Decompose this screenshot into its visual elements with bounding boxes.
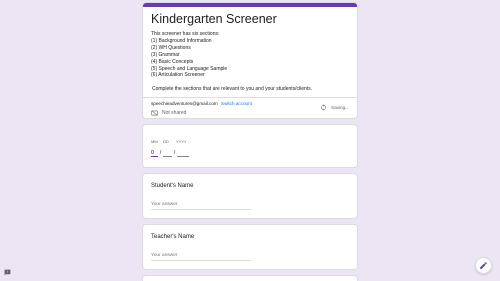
account-row: speechieadventures@gmail.com Switch acco… xyxy=(151,101,252,106)
sync-icon xyxy=(321,104,326,111)
header-accent-bar xyxy=(143,3,357,7)
description-line: (6) Articulation Screener xyxy=(151,72,205,79)
form-header-card: Kindergarten Screener This screener has … xyxy=(142,2,358,119)
switch-account-link[interactable]: Switch account xyxy=(221,101,252,106)
description-line: (2) WH Questions xyxy=(151,44,191,51)
account-email: speechieadventures@gmail.com xyxy=(151,101,218,106)
description-line: (3) Grammar xyxy=(151,51,180,58)
saving-status: Saving... xyxy=(331,105,349,110)
form-instruction: Complete the sections that are relevant … xyxy=(152,86,313,92)
month-label: MM xyxy=(151,139,158,144)
description-line: (4) Basic Concepts xyxy=(151,58,194,65)
description-line: (5) Speech and Language Sample xyxy=(151,65,228,72)
shared-status: Not shared xyxy=(162,110,187,116)
teacher-name-input[interactable]: Your answer xyxy=(151,253,251,261)
edit-button[interactable] xyxy=(475,257,492,274)
feedback-icon[interactable] xyxy=(4,269,11,276)
date-input-group: 0 / / xyxy=(151,148,189,157)
question-title: Teacher's Name xyxy=(151,234,195,240)
divider xyxy=(143,97,357,98)
question-card xyxy=(142,275,358,281)
student-name-input[interactable]: Your answer xyxy=(151,202,251,210)
pencil-icon xyxy=(480,262,487,269)
description-line: (1) Background Information xyxy=(151,37,212,44)
date-question-card: MM DD YYYY 0 / / xyxy=(142,124,358,168)
day-label: DD xyxy=(163,139,169,144)
question-title: Student's Name xyxy=(151,183,194,189)
day-input[interactable] xyxy=(163,148,172,157)
date-labels: MM DD YYYY xyxy=(151,139,187,144)
form-description: This screener has six sections: (1) Back… xyxy=(151,31,227,79)
year-input[interactable] xyxy=(177,148,189,157)
description-line: This screener has six sections: xyxy=(151,31,220,37)
question-card: Student's Name Your answer xyxy=(142,173,358,219)
form-title: Kindergarten Screener xyxy=(151,12,277,26)
month-input[interactable]: 0 xyxy=(151,148,158,157)
question-card: Teacher's Name Your answer xyxy=(142,224,358,270)
year-label: YYYY xyxy=(176,139,187,144)
saving-indicator: Saving... xyxy=(320,104,349,111)
cloud-off-icon xyxy=(151,110,158,116)
shared-status-row: Not shared xyxy=(151,110,186,116)
